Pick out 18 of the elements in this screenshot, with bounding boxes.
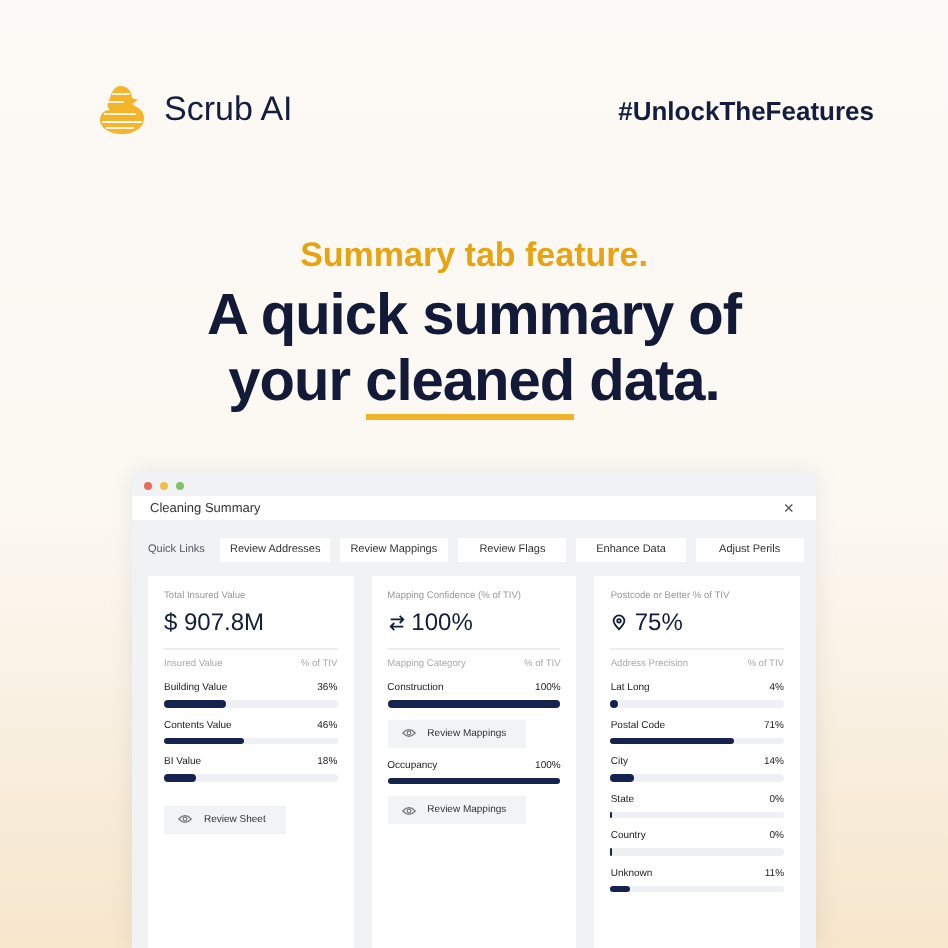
card-value: 75% (634, 608, 683, 636)
window-dot-icon[interactable] (176, 482, 184, 490)
eye-icon (401, 805, 416, 815)
close-button[interactable]: × (779, 498, 798, 518)
headline: your cleaned data. (228, 350, 720, 416)
window-dot-icon[interactable] (144, 482, 152, 490)
brand-name: Scrub AI (164, 90, 293, 130)
eye-icon (178, 814, 192, 824)
duck-logo-icon (96, 84, 148, 136)
swap-arrows-icon (387, 613, 406, 631)
window-dot-icon[interactable] (160, 482, 168, 490)
headline: A quick summary of (206, 284, 742, 350)
eye-icon (401, 728, 416, 738)
card-value: 100% (411, 608, 473, 636)
hashtag: #UnlockTheFeatures (618, 95, 874, 125)
card-value: $ 907.8M (164, 608, 265, 636)
headline-kicker: Summary tab feature. (300, 236, 648, 276)
location-pin-icon (610, 613, 629, 631)
